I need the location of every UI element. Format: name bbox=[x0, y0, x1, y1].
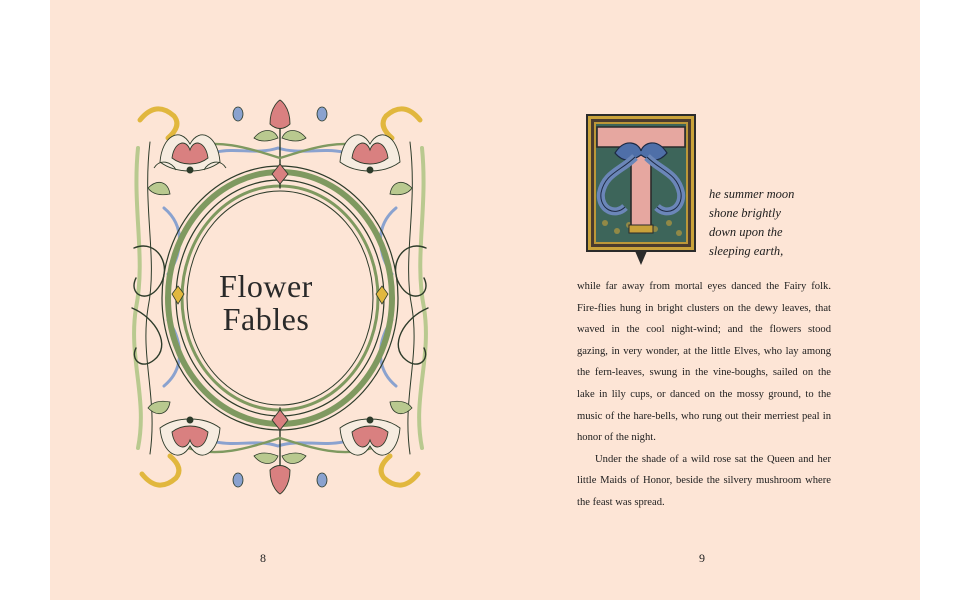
opening-line-4: sleeping earth, bbox=[709, 244, 784, 258]
title-line-1: Flower bbox=[219, 268, 313, 304]
page-number-left: 8 bbox=[260, 551, 266, 565]
paragraph-1: while far away from mortal eyes danced t… bbox=[577, 281, 831, 444]
right-page: he summer moon shone brightly down upon … bbox=[485, 0, 920, 600]
opening-line-1: he summer moon bbox=[709, 187, 795, 201]
opening-line-3: down upon the bbox=[709, 225, 783, 239]
opening-line-2: shone brightly bbox=[709, 206, 781, 220]
illuminated-drop-cap-t bbox=[586, 114, 696, 265]
paragraph-2: Under the shade of a wild rose sat the Q… bbox=[577, 453, 831, 508]
opening-lines: he summer moon shone brightly down upon … bbox=[709, 185, 829, 261]
page-number-right: 9 bbox=[699, 551, 705, 565]
title-line-2: Fables bbox=[222, 301, 310, 337]
left-page: Flower Fables 8 bbox=[50, 0, 485, 600]
book-spread: Flower Fables 8 he summer moon shone bri… bbox=[50, 0, 920, 600]
body-text: while far away from mortal eyes danced t… bbox=[577, 276, 831, 514]
book-title: Flower Fables bbox=[130, 270, 402, 336]
